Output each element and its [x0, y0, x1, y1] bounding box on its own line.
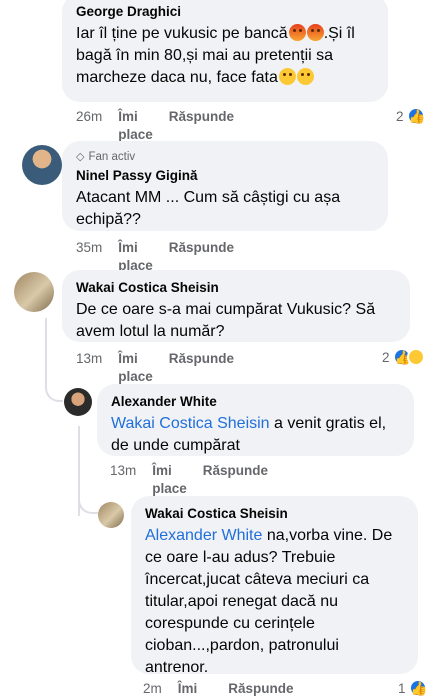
- thread-curve: [45, 330, 63, 402]
- avatar[interactable]: [64, 388, 92, 416]
- like-button[interactable]: Îmi place: [152, 462, 187, 498]
- mention-link[interactable]: Wakai Costica Sheisin: [111, 415, 270, 432]
- comment-text: Iar îl ține pe vukusic pe bancă .Și îl ba…: [76, 24, 355, 86]
- diamond-icon: ◇: [76, 151, 85, 163]
- reaction-count: 2: [396, 108, 404, 124]
- comment-time[interactable]: 2m: [143, 680, 162, 700]
- comment-bubble: Alexander White Wakai Costica Sheisin a …: [97, 384, 414, 456]
- angry-emoji-icon: [306, 24, 324, 41]
- thread-curve: [78, 430, 98, 514]
- comment-text: Atacant MM ... Cum să câștigi cu așa ech…: [76, 189, 341, 228]
- reaction-summary[interactable]: 2: [382, 348, 425, 366]
- reply-button[interactable]: Răspunde: [169, 350, 234, 386]
- like-button[interactable]: Îmi place: [118, 350, 153, 386]
- comment-actions: 26m Îmi place Răspunde: [76, 108, 234, 144]
- comment-text: Alexander White na,vorba vine. De ce oar…: [145, 527, 393, 676]
- comment-bubble: George Draghici Iar îl ține pe vukusic p…: [62, 0, 388, 102]
- laughing-emoji-icon: [296, 68, 314, 85]
- reaction-summary[interactable]: 1: [398, 679, 427, 697]
- haha-reaction-icon: [406, 348, 425, 366]
- comment-author[interactable]: Alexander White: [111, 393, 400, 410]
- like-button[interactable]: Îmi place: [118, 108, 153, 144]
- avatar[interactable]: [14, 272, 54, 312]
- like-reaction-icon: [406, 107, 425, 125]
- comment-actions: 13m Îmi place Răspunde: [76, 350, 234, 386]
- comment-author[interactable]: Wakai Costica Sheisin: [145, 505, 404, 522]
- avatar[interactable]: [98, 502, 124, 528]
- reaction-summary[interactable]: 2: [396, 107, 425, 125]
- comment-text: De ce oare s-a mai cumpărat Vukusic? Să …: [76, 301, 376, 340]
- comment-bubble: Wakai Costica Sheisin De ce oare s-a mai…: [62, 270, 410, 342]
- comment-bubble: ◇ Fan activ Ninel Passy Gigină Atacant M…: [62, 141, 388, 231]
- comment-time[interactable]: 13m: [110, 462, 136, 498]
- comment-author[interactable]: Ninel Passy Gigină: [76, 167, 374, 184]
- comment-time[interactable]: 13m: [76, 350, 102, 386]
- comment-time[interactable]: 26m: [76, 108, 102, 144]
- comment-author[interactable]: Wakai Costica Sheisin: [76, 279, 396, 296]
- reply-button[interactable]: Răspunde: [228, 680, 293, 700]
- comment-actions: 13m Îmi place Răspunde: [110, 462, 268, 498]
- badge: ◇ Fan activ: [76, 151, 136, 163]
- mention-link[interactable]: Alexander White: [145, 527, 262, 544]
- comment-bubble: Wakai Costica Sheisin Alexander White na…: [131, 496, 418, 676]
- comment-text: Wakai Costica Sheisin a venit gratis el,…: [111, 415, 387, 454]
- reaction-count: 1: [398, 680, 406, 696]
- laughing-emoji-icon: [278, 68, 296, 85]
- reply-button[interactable]: Răspunde: [203, 462, 268, 498]
- like-button[interactable]: Îmi place: [178, 680, 213, 700]
- comment-author[interactable]: George Draghici: [76, 3, 374, 20]
- comment-actions: 2m Îmi place Răspunde: [143, 680, 294, 700]
- reply-button[interactable]: Răspunde: [169, 108, 234, 144]
- angry-emoji-icon: [288, 24, 306, 41]
- like-reaction-icon: [408, 679, 427, 697]
- avatar[interactable]: [22, 145, 62, 185]
- reaction-count: 2: [382, 349, 390, 365]
